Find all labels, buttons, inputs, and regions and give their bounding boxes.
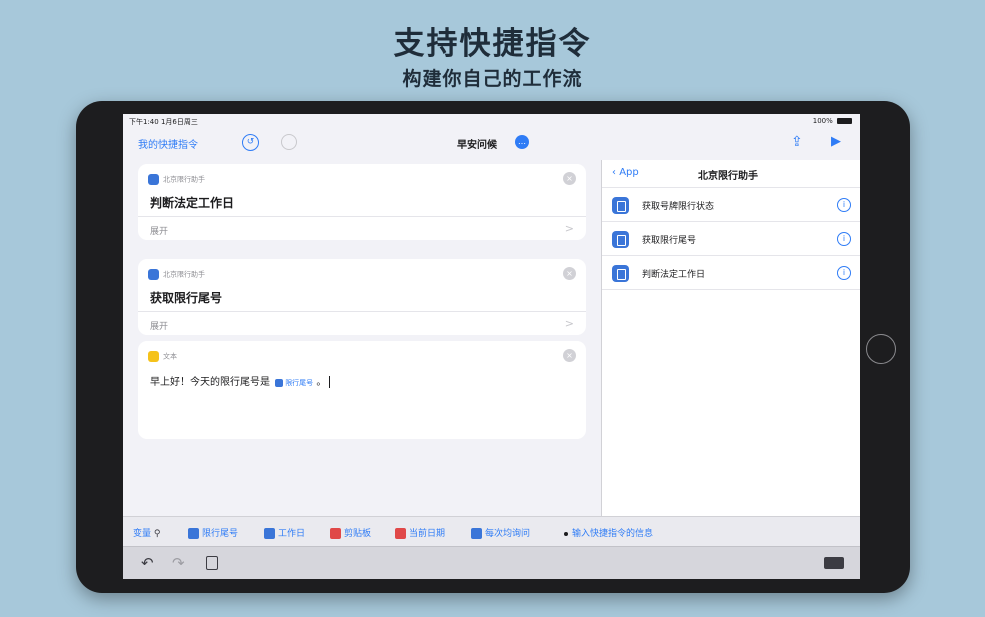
text-app-icon	[148, 351, 159, 362]
status-time: 下午1:40 1月6日周三	[129, 118, 198, 126]
chevron-right-icon: >	[564, 222, 574, 235]
remove-action-icon[interactable]: ×	[563, 267, 576, 280]
redo-icon[interactable]: ↷	[172, 554, 185, 572]
home-button[interactable]	[866, 334, 896, 364]
sidebar-item-label: 获取限行尾号	[642, 236, 697, 246]
app-icon	[612, 197, 629, 214]
chat-bubble-icon	[471, 528, 482, 539]
paste-icon[interactable]	[206, 556, 218, 570]
variable-limit-number[interactable]: 限行尾号	[188, 526, 238, 539]
info-icon[interactable]: i	[837, 232, 851, 246]
bullet-icon	[564, 531, 568, 536]
variable-workday[interactable]: 工作日	[264, 526, 305, 539]
hero-title: 支持快捷指令	[393, 26, 592, 62]
expand-button[interactable]: 展开	[150, 224, 168, 237]
sidebar-title: 北京限行助手	[698, 171, 758, 182]
text-action-card[interactable]: 文本 × 早上好！今天的限行尾号是 限行尾号 。	[138, 341, 586, 439]
action-card[interactable]: 北京限行助手 × 判断法定工作日 展开 >	[138, 164, 586, 240]
history-icon[interactable]: ↺	[242, 134, 259, 151]
action-title: 判断法定工作日	[150, 196, 235, 210]
status-bar: 下午1:40 1月6日周三 100%	[123, 114, 860, 128]
status-right: 100%	[813, 117, 852, 125]
sidebar-item-label: 获取号牌限行状态	[642, 202, 715, 212]
variable-current-date[interactable]: 当前日期	[395, 526, 445, 539]
app-icon	[148, 174, 159, 185]
shortcut-editor: 北京限行助手 × 判断法定工作日 展开 > 北京限行助手 × 获取限行尾号 展开…	[123, 160, 601, 516]
variables-button[interactable]: 变量 ⚲	[133, 526, 160, 539]
battery-percent: 100%	[812, 117, 833, 125]
variable-bar: 变量 ⚲ 限行尾号 工作日 剪贴板 当前日期 每次均询问 输入快捷指令的信息	[123, 516, 860, 546]
action-title: 获取限行尾号	[150, 291, 223, 305]
variable-shortcut-input[interactable]: 输入快捷指令的信息	[564, 526, 653, 539]
chevron-right-icon: >	[564, 317, 574, 330]
app-icon	[264, 528, 275, 539]
expand-button[interactable]: 展开	[150, 319, 168, 332]
text-cursor	[329, 376, 331, 388]
battery-icon	[837, 118, 852, 124]
ipad-screen: 下午1:40 1月6日周三 100% 我的快捷指令 ↺ 早安问候 … ⇪ ▶ 北…	[123, 114, 860, 579]
magic-wand-icon: ⚲	[153, 529, 161, 539]
app-actions-sidebar: ‹ App 北京限行助手 获取号牌限行状态 i 获取限行尾号 i 判断法定工作日…	[601, 160, 860, 516]
info-icon[interactable]: i	[837, 198, 851, 212]
info-icon[interactable]: i	[837, 266, 851, 280]
sidebar-item-label: 判断法定工作日	[642, 270, 706, 280]
back-to-my-shortcuts[interactable]: 我的快捷指令	[138, 136, 198, 151]
card-divider	[138, 216, 586, 217]
app-icon	[188, 528, 199, 539]
sidebar-back-button[interactable]: ‹ App	[612, 167, 639, 178]
card-divider	[138, 311, 586, 312]
sidebar-header: ‹ App 北京限行助手	[602, 160, 860, 188]
sidebar-item[interactable]: 判断法定工作日 i	[602, 256, 860, 290]
hero-subtitle: 构建你自己的工作流	[402, 68, 583, 90]
calendar-icon	[395, 528, 406, 539]
clipboard-icon	[330, 528, 341, 539]
shortcut-title[interactable]: 早安问候	[457, 136, 497, 151]
app-icon	[148, 269, 159, 280]
action-card[interactable]: 北京限行助手 × 获取限行尾号 展开 >	[138, 259, 586, 335]
undo-icon[interactable]: ↶	[141, 554, 154, 572]
play-icon[interactable]: ▶	[831, 134, 845, 150]
action-app: 文本	[148, 351, 177, 362]
remove-action-icon[interactable]: ×	[563, 349, 576, 362]
keyboard-accessory-bar: ↶ ↷	[123, 546, 860, 579]
more-options-icon[interactable]: …	[515, 135, 529, 149]
variable-clipboard[interactable]: 剪贴板	[330, 526, 371, 539]
redo-circle-icon[interactable]	[281, 134, 297, 150]
keyboard-dismiss-icon[interactable]	[824, 557, 844, 569]
action-app: 北京限行助手	[148, 269, 205, 280]
sidebar-item[interactable]: 获取限行尾号 i	[602, 222, 860, 256]
variable-token[interactable]: 限行尾号	[275, 378, 313, 388]
action-app: 北京限行助手	[148, 174, 205, 185]
text-input[interactable]: 早上好！今天的限行尾号是 限行尾号 。	[150, 373, 331, 388]
variable-ask-each-time[interactable]: 每次均询问	[471, 526, 530, 539]
remove-action-icon[interactable]: ×	[563, 172, 576, 185]
share-icon[interactable]: ⇪	[791, 134, 806, 150]
app-icon	[612, 265, 629, 282]
app-icon	[612, 231, 629, 248]
sidebar-item[interactable]: 获取号牌限行状态 i	[602, 188, 860, 222]
nav-bar: 我的快捷指令 ↺ 早安问候 … ⇪ ▶	[123, 128, 860, 160]
